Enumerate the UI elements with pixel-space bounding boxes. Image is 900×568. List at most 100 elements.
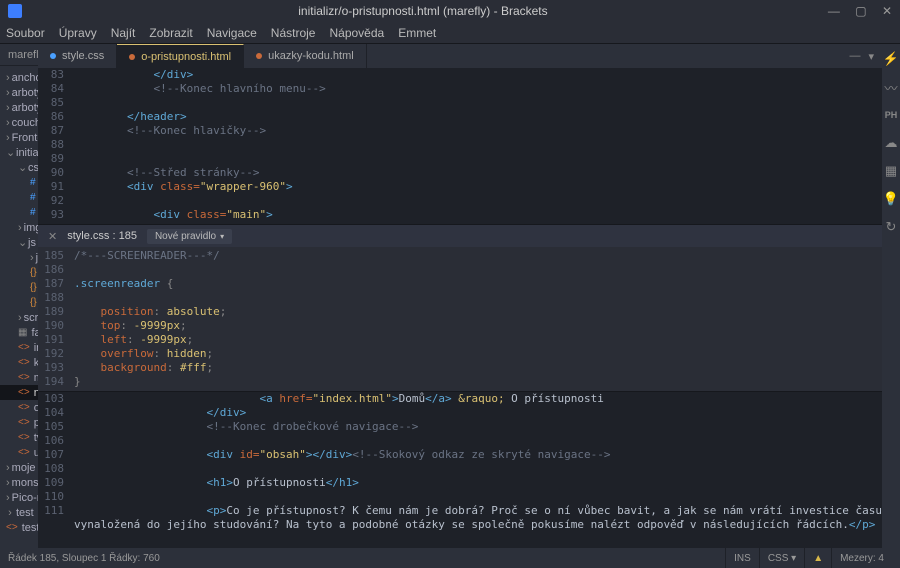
menu-navigace[interactable]: Navigace [207,26,257,40]
folder-initializr[interactable]: initializr [0,145,38,160]
file-favicon.ico[interactable]: ▦favicon.ico [0,325,38,340]
file-o-pristupnosti.html[interactable]: <>o-pristupnosti.html [0,400,38,415]
line-content[interactable]: /*---SCREENREADER---*/ [74,249,882,263]
folder-anchor-cms-0.9.2[interactable]: anchor-cms-0.9.2 [0,70,38,85]
insert-mode[interactable]: INS [725,548,759,568]
live-preview-icon[interactable]: ⚡ [882,50,900,68]
tab-overflow-icon[interactable]: ▾ [868,50,874,63]
code-line[interactable]: 83 </div> [38,68,882,82]
bulb-icon[interactable]: 💡 [882,190,900,208]
new-rule-button[interactable]: Nové pravidlo [147,229,232,244]
indent-mode[interactable]: Mezery: 4 [831,548,892,568]
code-line[interactable]: 109 <h1>O přístupnosti</h1> [38,476,882,490]
code-line[interactable]: 94 [38,222,882,224]
line-content[interactable]: } [74,375,882,389]
line-content[interactable]: <h1>O přístupnosti</h1> [74,476,882,490]
minimize-icon[interactable]: — [828,4,840,18]
line-content[interactable] [74,152,882,166]
line-content[interactable]: </div> [74,406,882,420]
tab-o-pristupnosti.html[interactable]: o-pristupnosti.html [117,44,244,68]
line-content[interactable]: overflow: hidden; [74,347,882,361]
file-normalize.min.css[interactable]: #normalize.min.css [0,175,38,190]
line-content[interactable]: <p>Co je přístupnost? K čemu nám je dobr… [74,504,882,518]
line-content[interactable]: <!--Střed stránky--> [74,166,882,180]
code-line[interactable]: 107 <div id="obsah"></div><!--Skokový od… [38,448,882,462]
line-content[interactable]: <!--Konec hlavičky--> [74,124,882,138]
code-line[interactable]: 110 [38,490,882,504]
line-content[interactable]: position: absolute; [74,305,882,319]
folder-arbotyl-nahled[interactable]: arbotyl-nahled [0,100,38,115]
line-content[interactable]: left: -9999px; [74,333,882,347]
line-content[interactable]: <a href="index.html">Domů</a> &raquo; O … [74,392,882,406]
line-content[interactable]: top: -9999px; [74,319,882,333]
chart-icon[interactable]: 〰 [882,78,900,96]
quick-edit-code[interactable]: 185/*---SCREENREADER---*/186187.screenre… [38,247,882,391]
line-content[interactable] [74,194,882,208]
quick-edit-close-icon[interactable]: ✕ [48,230,57,243]
code-line[interactable]: 187.screenreader { [38,277,882,291]
code-line[interactable]: 85 [38,96,882,110]
file-testt.html[interactable]: <>testt.html [0,520,38,535]
file-kontakt.html[interactable]: <>kontakt.html [0,355,38,370]
code-line[interactable]: 88 [38,138,882,152]
line-content[interactable]: background: #fff; [74,361,882,375]
folder-Pico-master[interactable]: Pico-master [0,490,38,505]
code-line[interactable]: 86 </header> [38,110,882,124]
code-line[interactable]: 189 position: absolute; [38,305,882,319]
project-name[interactable]: marefly [8,49,38,61]
code-line[interactable]: 105 <!--Konec drobečkové navigace--> [38,420,882,434]
line-content[interactable]: </div> [74,68,882,82]
code-line[interactable]: 190 top: -9999px; [38,319,882,333]
code-editor-lower[interactable]: 103 <a href="index.html">Domů</a> &raquo… [38,392,882,548]
code-line[interactable]: 90 <!--Střed stránky--> [38,166,882,180]
code-line[interactable]: 103 <a href="index.html">Domů</a> &raquo… [38,392,882,406]
collapse-icon[interactable]: — [849,50,860,62]
line-content[interactable] [74,434,882,448]
tab-style.css[interactable]: style.css [38,44,117,68]
menu-nástroje[interactable]: Nástroje [271,26,316,40]
line-content[interactable]: .screenreader { [74,277,882,291]
checker-icon[interactable]: ▦ [882,162,900,180]
code-line[interactable]: 111 <p>Co je přístupnost? K čemu nám je … [38,504,882,518]
code-editor[interactable]: 83 </div>84 <!--Konec hlavního menu-->85… [38,68,882,224]
line-content[interactable]: <!--Konec drobečkové navigace--> [74,420,882,434]
line-content[interactable] [74,462,882,476]
close-icon[interactable]: ✕ [882,4,892,18]
file-tvorba-pristupneho-webu.h[interactable]: <>tvorba-pristupneho-webu.h [0,430,38,445]
menu-zobrazit[interactable]: Zobrazit [149,26,192,40]
file-napoveda-klavesove-zkratk[interactable]: <>napoveda-klavesove-zkratk [0,385,38,400]
file-mapa-stranek.html[interactable]: <>mapa-stranek.html [0,370,38,385]
menu-soubor[interactable]: Soubor [6,26,45,40]
code-line[interactable]: 87 <!--Konec hlavičky--> [38,124,882,138]
folder-js[interactable]: js [0,235,38,250]
folder-arbotyl[interactable]: arbotyl [0,85,38,100]
file-jquery-1.11.2.min.js[interactable]: {}jquery-1.11.2.min.js [0,265,38,280]
line-content[interactable] [74,291,882,305]
file-reset-grid-system.css[interactable]: #reset-grid-system.css [0,190,38,205]
code-line[interactable]: 84 <!--Konec hlavního menu--> [38,82,882,96]
file-prohlaseni-o-pristupnosti.h[interactable]: <>prohlaseni-o-pristupnosti.h [0,415,38,430]
folder-monstra[interactable]: monstra [0,475,38,490]
ph-icon[interactable]: PH [882,106,900,124]
code-line[interactable]: 89 [38,152,882,166]
lint-warning-icon[interactable]: ▲ [804,548,831,568]
menu-emmet[interactable]: Emmet [398,26,436,40]
file-index.html[interactable]: <>index.html [0,340,38,355]
code-line[interactable]: 186 [38,263,882,277]
file-modernizr-2.8.3-respond[interactable]: {}modernizr-2.8.3-respond [0,295,38,310]
language-mode[interactable]: CSS ▾ [759,548,804,568]
code-line[interactable]: 104 </div> [38,406,882,420]
code-line[interactable]: 185/*---SCREENREADER---*/ [38,249,882,263]
line-content[interactable]: <div id="obsah"></div><!--Skokový odkaz … [74,448,882,462]
code-line[interactable]: vynaložená do jejího studování? Na tyto … [38,518,882,532]
maximize-icon[interactable]: ▢ [855,4,866,18]
file-ukazky-kodu.html[interactable]: <>ukazky-kodu.html [0,445,38,460]
line-content[interactable]: <div class="wrapper-960"> [74,180,882,194]
folder-Front-End-Development-Guide[interactable]: Front-End-Development-Guide [0,130,38,145]
menu-úpravy[interactable]: Úpravy [59,26,97,40]
folder-couchcms-1.4[interactable]: couchcms-1.4 [0,115,38,130]
code-line[interactable]: 193 background: #fff; [38,361,882,375]
line-content[interactable] [74,263,882,277]
folder-moje[interactable]: moje [0,460,38,475]
code-line[interactable]: 92 [38,194,882,208]
